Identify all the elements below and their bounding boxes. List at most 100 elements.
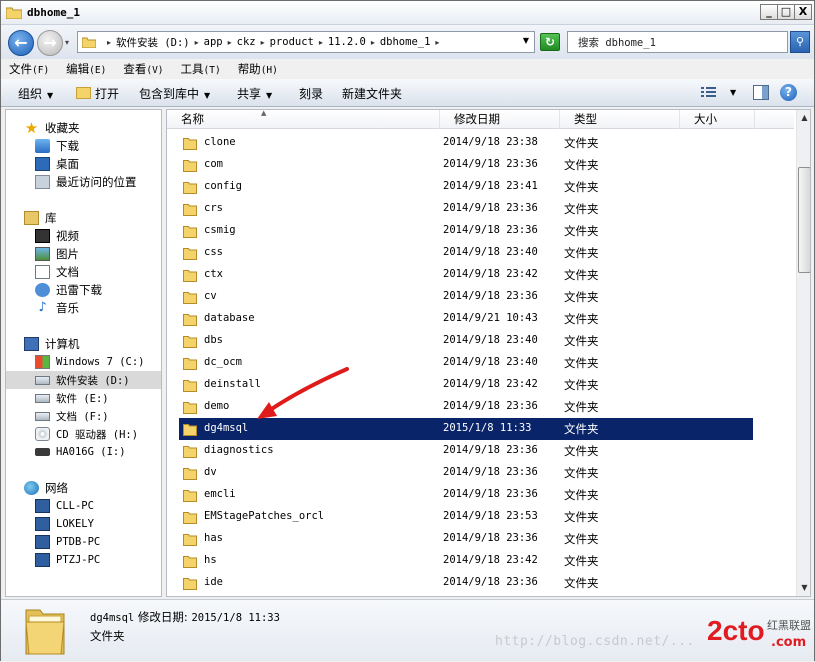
- recent-pages-dropdown[interactable]: ▾: [65, 38, 69, 47]
- search-input[interactable]: 搜索 dbhome_1: [567, 31, 788, 53]
- search-icon[interactable]: ⚲: [790, 31, 810, 53]
- sidebar-item-drive-d[interactable]: 软件安装 (D:): [6, 371, 161, 389]
- breadcrumb-separator[interactable]: ▸: [435, 38, 439, 47]
- menu-edit-label: 编辑: [66, 62, 90, 76]
- share-button[interactable]: 共享 ▼: [237, 85, 272, 102]
- sidebar-item-drive-h[interactable]: CD 驱动器 (H:): [6, 425, 161, 443]
- breadcrumb-separator[interactable]: ▸: [228, 38, 232, 47]
- folder-icon: [6, 7, 22, 19]
- sidebar-item-pictures[interactable]: 图片: [6, 245, 161, 263]
- file-row[interactable]: demo 2014/9/18 23:36 文件夹: [179, 396, 753, 418]
- sidebar-favorites[interactable]: ★ 收藏夹: [6, 119, 161, 137]
- breadcrumb-version[interactable]: 11.2.0: [328, 36, 366, 48]
- maximize-button[interactable]: □: [777, 4, 795, 20]
- breadcrumb-separator[interactable]: ▸: [319, 38, 323, 47]
- file-row[interactable]: ctx 2014/9/18 23:42 文件夹: [179, 264, 753, 286]
- menu-edit[interactable]: 编辑(E): [66, 61, 106, 77]
- help-icon[interactable]: ?: [780, 84, 797, 101]
- file-row[interactable]: emcli 2014/9/18 23:36 文件夹: [179, 484, 753, 506]
- file-row[interactable]: config 2014/9/18 23:41 文件夹: [179, 176, 753, 198]
- sidebar-item-drive-f[interactable]: 文档 (F:): [6, 407, 161, 425]
- sidebar-item-drive-e[interactable]: 软件 (E:): [6, 389, 161, 407]
- sidebar-item-cll-pc[interactable]: CLL-PC: [6, 497, 161, 515]
- sidebar-item-drive-c[interactable]: Windows 7 (C:): [6, 353, 161, 371]
- file-date: 2014/9/18 23:36: [443, 488, 538, 500]
- sidebar-libraries[interactable]: 库: [6, 209, 161, 227]
- scroll-thumb[interactable]: [798, 167, 810, 273]
- sidebar-item-ptdb-pc[interactable]: PTDB-PC: [6, 533, 161, 551]
- file-row[interactable]: has 2014/9/18 23:36 文件夹: [179, 528, 753, 550]
- file-row[interactable]: diagnostics 2014/9/18 23:36 文件夹: [179, 440, 753, 462]
- sidebar-item-downloads[interactable]: 下载: [6, 137, 161, 155]
- file-row[interactable]: dv 2014/9/18 23:36 文件夹: [179, 462, 753, 484]
- file-name: demo: [204, 400, 230, 412]
- sidebar-item-ptzj-pc[interactable]: PTZJ-PC: [6, 551, 161, 569]
- breadcrumb-separator[interactable]: ▸: [261, 38, 265, 47]
- breadcrumb-separator[interactable]: ▸: [371, 38, 375, 47]
- sidebar-item-thunder-downloads[interactable]: 迅雷下载: [6, 281, 161, 299]
- sidebar-item-desktop[interactable]: 桌面: [6, 155, 161, 173]
- menu-view[interactable]: 查看(V): [123, 61, 163, 77]
- file-row[interactable]: EMStagePatches_orcl 2014/9/18 23:53 文件夹: [179, 506, 753, 528]
- column-name[interactable]: 名称 ▲: [167, 110, 440, 129]
- file-row[interactable]: crs 2014/9/18 23:36 文件夹: [179, 198, 753, 220]
- vertical-scrollbar[interactable]: ▲ ▼: [796, 110, 810, 596]
- breadcrumb-drive[interactable]: 软件安装 (D:): [116, 35, 190, 50]
- sidebar-item-lokely[interactable]: LOKELY: [6, 515, 161, 533]
- breadcrumb-ckz[interactable]: ckz: [237, 36, 256, 48]
- column-date[interactable]: 修改日期: [440, 110, 560, 129]
- file-row[interactable]: com 2014/9/18 23:36 文件夹: [179, 154, 753, 176]
- file-row[interactable]: hs 2014/9/18 23:42 文件夹: [179, 550, 753, 572]
- organize-button[interactable]: 组织 ▼: [18, 85, 53, 102]
- refresh-button[interactable]: ↻: [540, 33, 560, 51]
- address-bar[interactable]: ▸ 软件安装 (D:) ▸ app ▸ ckz ▸ product ▸ 11.2.0 ▸ d…: [77, 31, 535, 53]
- folder-icon: [183, 160, 197, 172]
- file-row[interactable]: cv 2014/9/18 23:36 文件夹: [179, 286, 753, 308]
- menu-help[interactable]: 帮助(H): [238, 61, 278, 77]
- breadcrumb-dbhome[interactable]: dbhome_1: [380, 36, 431, 48]
- menu-file[interactable]: 文件(F): [9, 61, 49, 77]
- title-bar[interactable]: dbhome_1 _ □ X: [1, 1, 814, 25]
- file-name: has: [204, 532, 223, 544]
- minimize-button[interactable]: _: [760, 4, 778, 20]
- close-button[interactable]: X: [794, 4, 812, 20]
- file-row[interactable]: dg4msql 2015/1/8 11:33 文件夹: [179, 418, 753, 440]
- sidebar-item-videos[interactable]: 视频: [6, 227, 161, 245]
- sidebar-item-documents[interactable]: 文档: [6, 263, 161, 281]
- back-button[interactable]: ←: [8, 30, 34, 56]
- preview-pane-icon[interactable]: [753, 85, 769, 100]
- file-row[interactable]: clone 2014/9/18 23:38 文件夹: [179, 132, 753, 154]
- include-in-library-button[interactable]: 包含到库中 ▼: [139, 85, 210, 102]
- file-row[interactable]: deinstall 2014/9/18 23:42 文件夹: [179, 374, 753, 396]
- file-row[interactable]: dc_ocm 2014/9/18 23:40 文件夹: [179, 352, 753, 374]
- sidebar-computer[interactable]: 计算机: [6, 335, 161, 353]
- file-row[interactable]: database 2014/9/21 10:43 文件夹: [179, 308, 753, 330]
- new-folder-button[interactable]: 新建文件夹: [342, 85, 402, 102]
- view-options-icon[interactable]: [701, 86, 717, 99]
- sidebar-item-recent-places[interactable]: 最近访问的位置: [6, 173, 161, 191]
- column-size[interactable]: 大小: [680, 110, 755, 129]
- file-row[interactable]: csmig 2014/9/18 23:36 文件夹: [179, 220, 753, 242]
- scroll-up-button[interactable]: ▲: [797, 110, 810, 126]
- breadcrumb-separator[interactable]: ▸: [195, 38, 199, 47]
- open-button[interactable]: 打开: [76, 85, 119, 102]
- breadcrumb-product[interactable]: product: [270, 36, 314, 48]
- file-row[interactable]: css 2014/9/18 23:40 文件夹: [179, 242, 753, 264]
- breadcrumb-separator[interactable]: ▸: [107, 38, 111, 47]
- sidebar-item-drive-i[interactable]: HA016G (I:): [6, 443, 161, 461]
- burn-button[interactable]: 刻录: [299, 85, 323, 102]
- forward-button[interactable]: →: [37, 30, 63, 56]
- view-dropdown-icon[interactable]: ▼: [730, 88, 736, 97]
- file-row[interactable]: ide 2014/9/18 23:36 文件夹: [179, 572, 753, 594]
- menu-tools[interactable]: 工具(T): [181, 61, 221, 77]
- navigation-pane[interactable]: ★ 收藏夹 下载 桌面 最近访问的位置 库 视频 图片 文档 迅雷下载 ♪ 音乐 计…: [5, 109, 162, 597]
- folder-icon: [183, 556, 197, 568]
- column-type[interactable]: 类型: [560, 110, 680, 129]
- sidebar-item-music[interactable]: ♪ 音乐: [6, 299, 161, 317]
- breadcrumb-app[interactable]: app: [204, 36, 223, 48]
- sidebar-network[interactable]: 网络: [6, 479, 161, 497]
- address-dropdown-button[interactable]: ▼: [523, 36, 529, 45]
- file-row[interactable]: dbs 2014/9/18 23:40 文件夹: [179, 330, 753, 352]
- scroll-down-button[interactable]: ▼: [797, 580, 810, 596]
- file-list[interactable]: 名称 ▲ 修改日期 类型 大小 clone 2014/9/18 23:38 文件夹 co…: [166, 109, 811, 597]
